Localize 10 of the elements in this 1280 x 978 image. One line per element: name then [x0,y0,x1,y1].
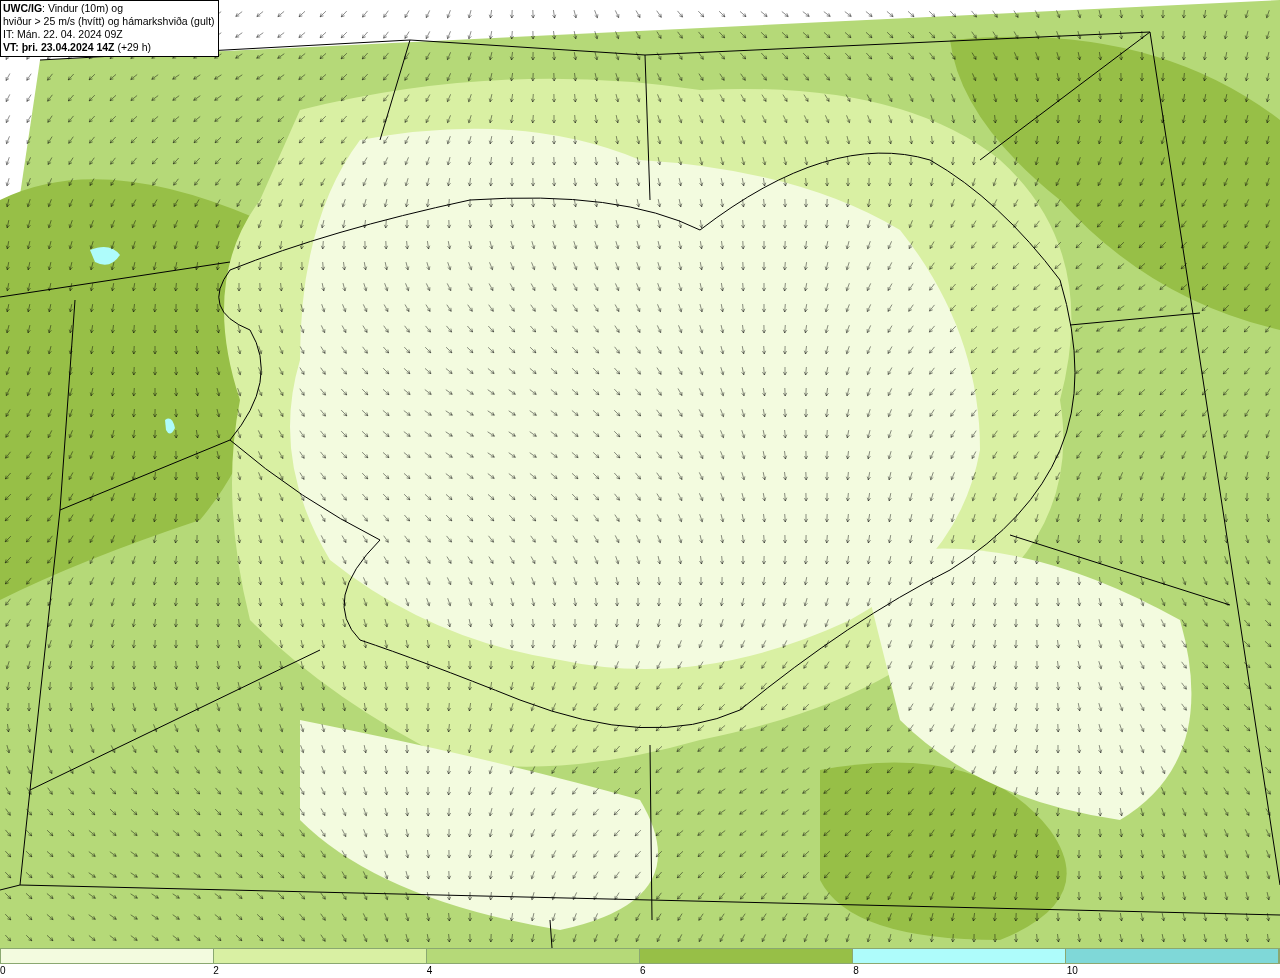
info-text: UWC/IG: Vindur (10m) og [3,2,124,15]
info-text: IT: Mán. 22. 04. 2024 09Z [3,28,124,41]
legend-tick-label: 0 [0,965,6,977]
info-text: hviður > 25 m/s (hvítt) og hámarkshviða (gult) [3,15,215,28]
legend-tick-label: 2 [213,965,219,977]
info-text: VT: þri. 23.04.2024 14Z (+29 h) [3,41,152,54]
legend-tick-label: 4 [426,965,433,977]
legend-tick-label: 10 [1066,965,1078,977]
legend-tick-label: 6 [640,965,646,977]
legend-tick-label: 8 [853,965,859,977]
